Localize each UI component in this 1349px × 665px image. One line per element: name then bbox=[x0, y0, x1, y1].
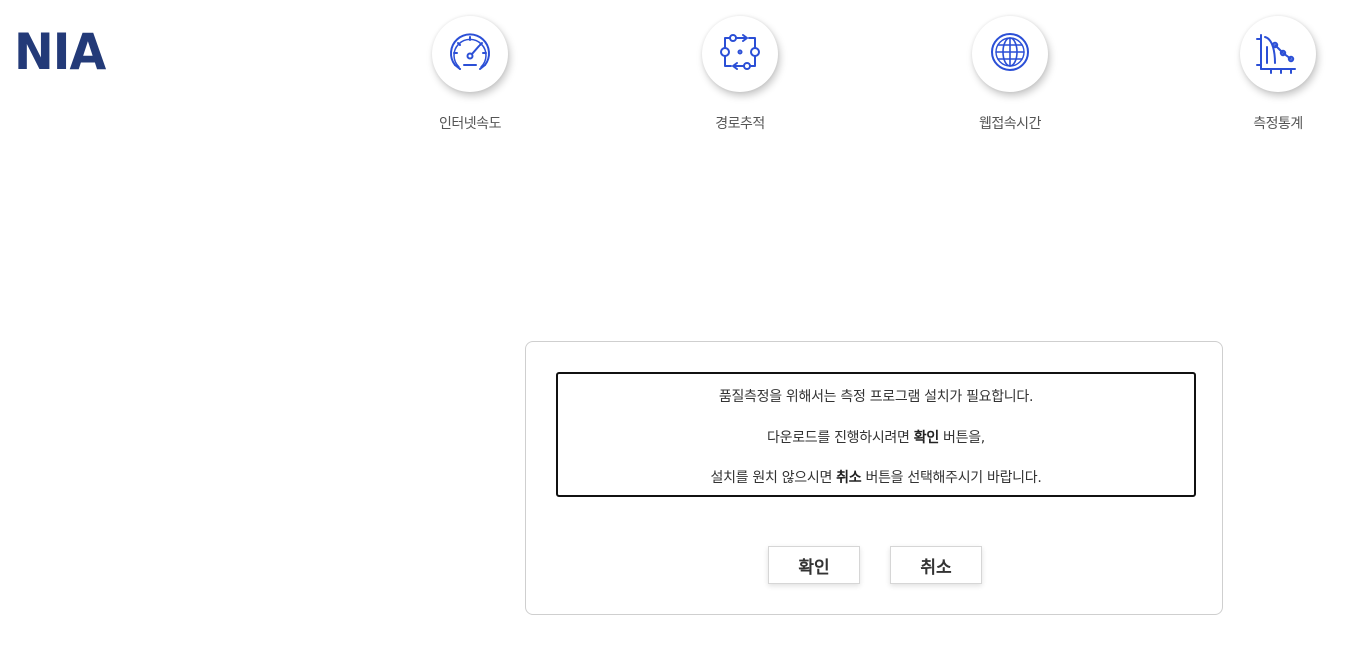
statistics-chart-icon bbox=[1251, 25, 1305, 83]
nav-label: 인터넷속도 bbox=[439, 116, 501, 132]
nav-label: 웹접속시간 bbox=[979, 116, 1041, 132]
message-text: 버튼을 선택해주시기 바랍니다. bbox=[861, 470, 1042, 486]
message-text: 설치를 원치 않으시면 bbox=[710, 470, 837, 486]
message-box: 품질측정을 위해서는 측정 프로그램 설치가 필요합니다. 다운로드를 진행하시… bbox=[556, 372, 1196, 497]
nav-label: 경로추적 bbox=[715, 116, 765, 132]
nav-item-statistics[interactable]: 측정통계 bbox=[1218, 16, 1338, 133]
message-text: 품질측정을 위해서는 측정 프로그램 설치가 필요합니다. bbox=[718, 389, 1034, 405]
nav-circle bbox=[702, 16, 778, 92]
globe-icon bbox=[983, 25, 1037, 83]
nav-circle bbox=[972, 16, 1048, 92]
message-text: 버튼을, bbox=[938, 430, 985, 446]
nav-label: 측정통계 bbox=[1253, 116, 1303, 132]
nav-item-route-trace[interactable]: 경로추적 bbox=[680, 16, 800, 133]
nav-item-internet-speed[interactable]: 인터넷속도 bbox=[410, 16, 530, 133]
message-line-1: 품질측정을 위해서는 측정 프로그램 설치가 필요합니다. bbox=[558, 386, 1194, 406]
message-text: 다운로드를 진행하시려면 bbox=[767, 430, 914, 446]
install-dialog: 품질측정을 위해서는 측정 프로그램 설치가 필요합니다. 다운로드를 진행하시… bbox=[525, 341, 1223, 615]
message-emphasis: 취소 bbox=[836, 470, 862, 486]
message-line-2: 다운로드를 진행하시려면 확인 버튼을, bbox=[558, 427, 1194, 447]
confirm-button[interactable]: 확인 bbox=[768, 546, 860, 584]
nia-logo[interactable]: NIA bbox=[14, 26, 106, 78]
cancel-button[interactable]: 취소 bbox=[890, 546, 982, 584]
message-emphasis: 확인 bbox=[913, 430, 939, 446]
message-line-3: 설치를 원치 않으시면 취소 버튼을 선택해주시기 바랍니다. bbox=[558, 467, 1194, 487]
nav-item-web-access-time[interactable]: 웹접속시간 bbox=[950, 16, 1070, 133]
nav-circle bbox=[432, 16, 508, 92]
nav-circle bbox=[1240, 16, 1316, 92]
route-trace-icon bbox=[713, 25, 767, 83]
speedometer-icon bbox=[443, 25, 497, 83]
